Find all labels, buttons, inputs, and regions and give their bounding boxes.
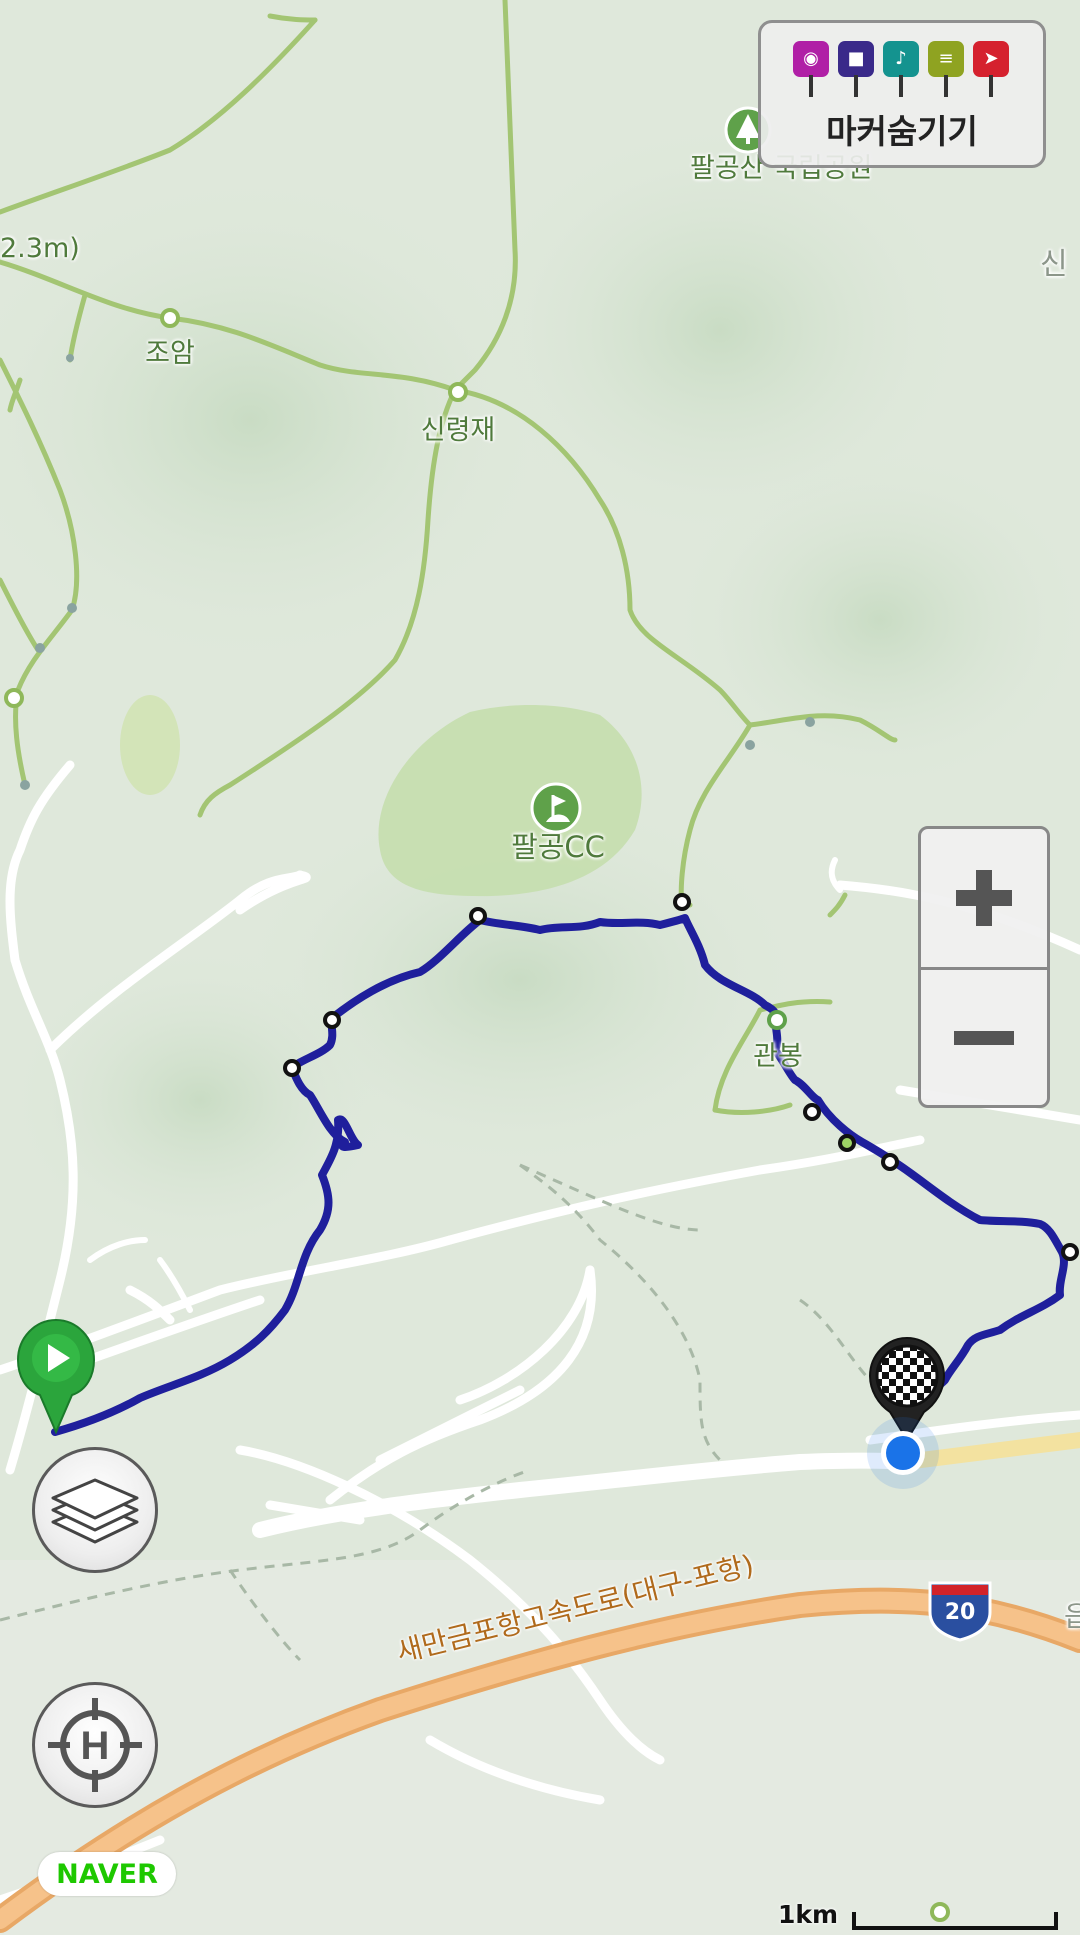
- current-location-icon[interactable]: [867, 1417, 939, 1489]
- plus-icon: [956, 870, 1012, 926]
- layers-button[interactable]: [32, 1447, 158, 1573]
- layers-icon: [51, 1478, 139, 1544]
- naver-logo: NAVER: [38, 1852, 176, 1896]
- highway-shield-number: 20: [944, 1600, 976, 1625]
- scale-label: 1km: [778, 1900, 839, 1929]
- video-icon: ■: [838, 41, 874, 97]
- microphone-icon: ♪: [883, 41, 919, 97]
- golf-course-label: 팔공CC: [511, 830, 605, 864]
- marker-type-icons: ◉ ■ ♪ ≡ ➤: [793, 41, 1009, 97]
- zoom-out-button[interactable]: [921, 970, 1047, 1105]
- golf-icon[interactable]: [530, 782, 582, 834]
- zoom-in-button[interactable]: [921, 829, 1047, 970]
- rock-label: 조암: [145, 338, 195, 369]
- scale-bar: [852, 1912, 1058, 1930]
- peak-waypoint[interactable]: [767, 1010, 787, 1030]
- camera-icon: ◉: [793, 41, 829, 97]
- elevation-label: 2.3m): [0, 233, 80, 264]
- track-waypoint-green[interactable]: [838, 1134, 856, 1152]
- marker-toggle-panel[interactable]: ◉ ■ ♪ ≡ ➤ 마커숨기기: [758, 20, 1046, 168]
- minus-icon: [954, 1031, 1014, 1045]
- flag-icon: ➤: [973, 41, 1009, 97]
- current-location-button[interactable]: H: [32, 1682, 158, 1808]
- zoom-control: [918, 826, 1050, 1108]
- edge-label-bottom: 읍: [1064, 1600, 1080, 1633]
- memo-icon: ≡: [928, 41, 964, 97]
- heading-mode-label: H: [81, 1724, 110, 1768]
- crosshair-icon: H: [48, 1698, 142, 1792]
- hide-markers-label: 마커숨기기: [826, 112, 978, 151]
- peak-label: 관봉: [753, 1041, 803, 1072]
- pass-label: 신령재: [420, 415, 496, 446]
- edge-label-right: 신: [1040, 247, 1068, 282]
